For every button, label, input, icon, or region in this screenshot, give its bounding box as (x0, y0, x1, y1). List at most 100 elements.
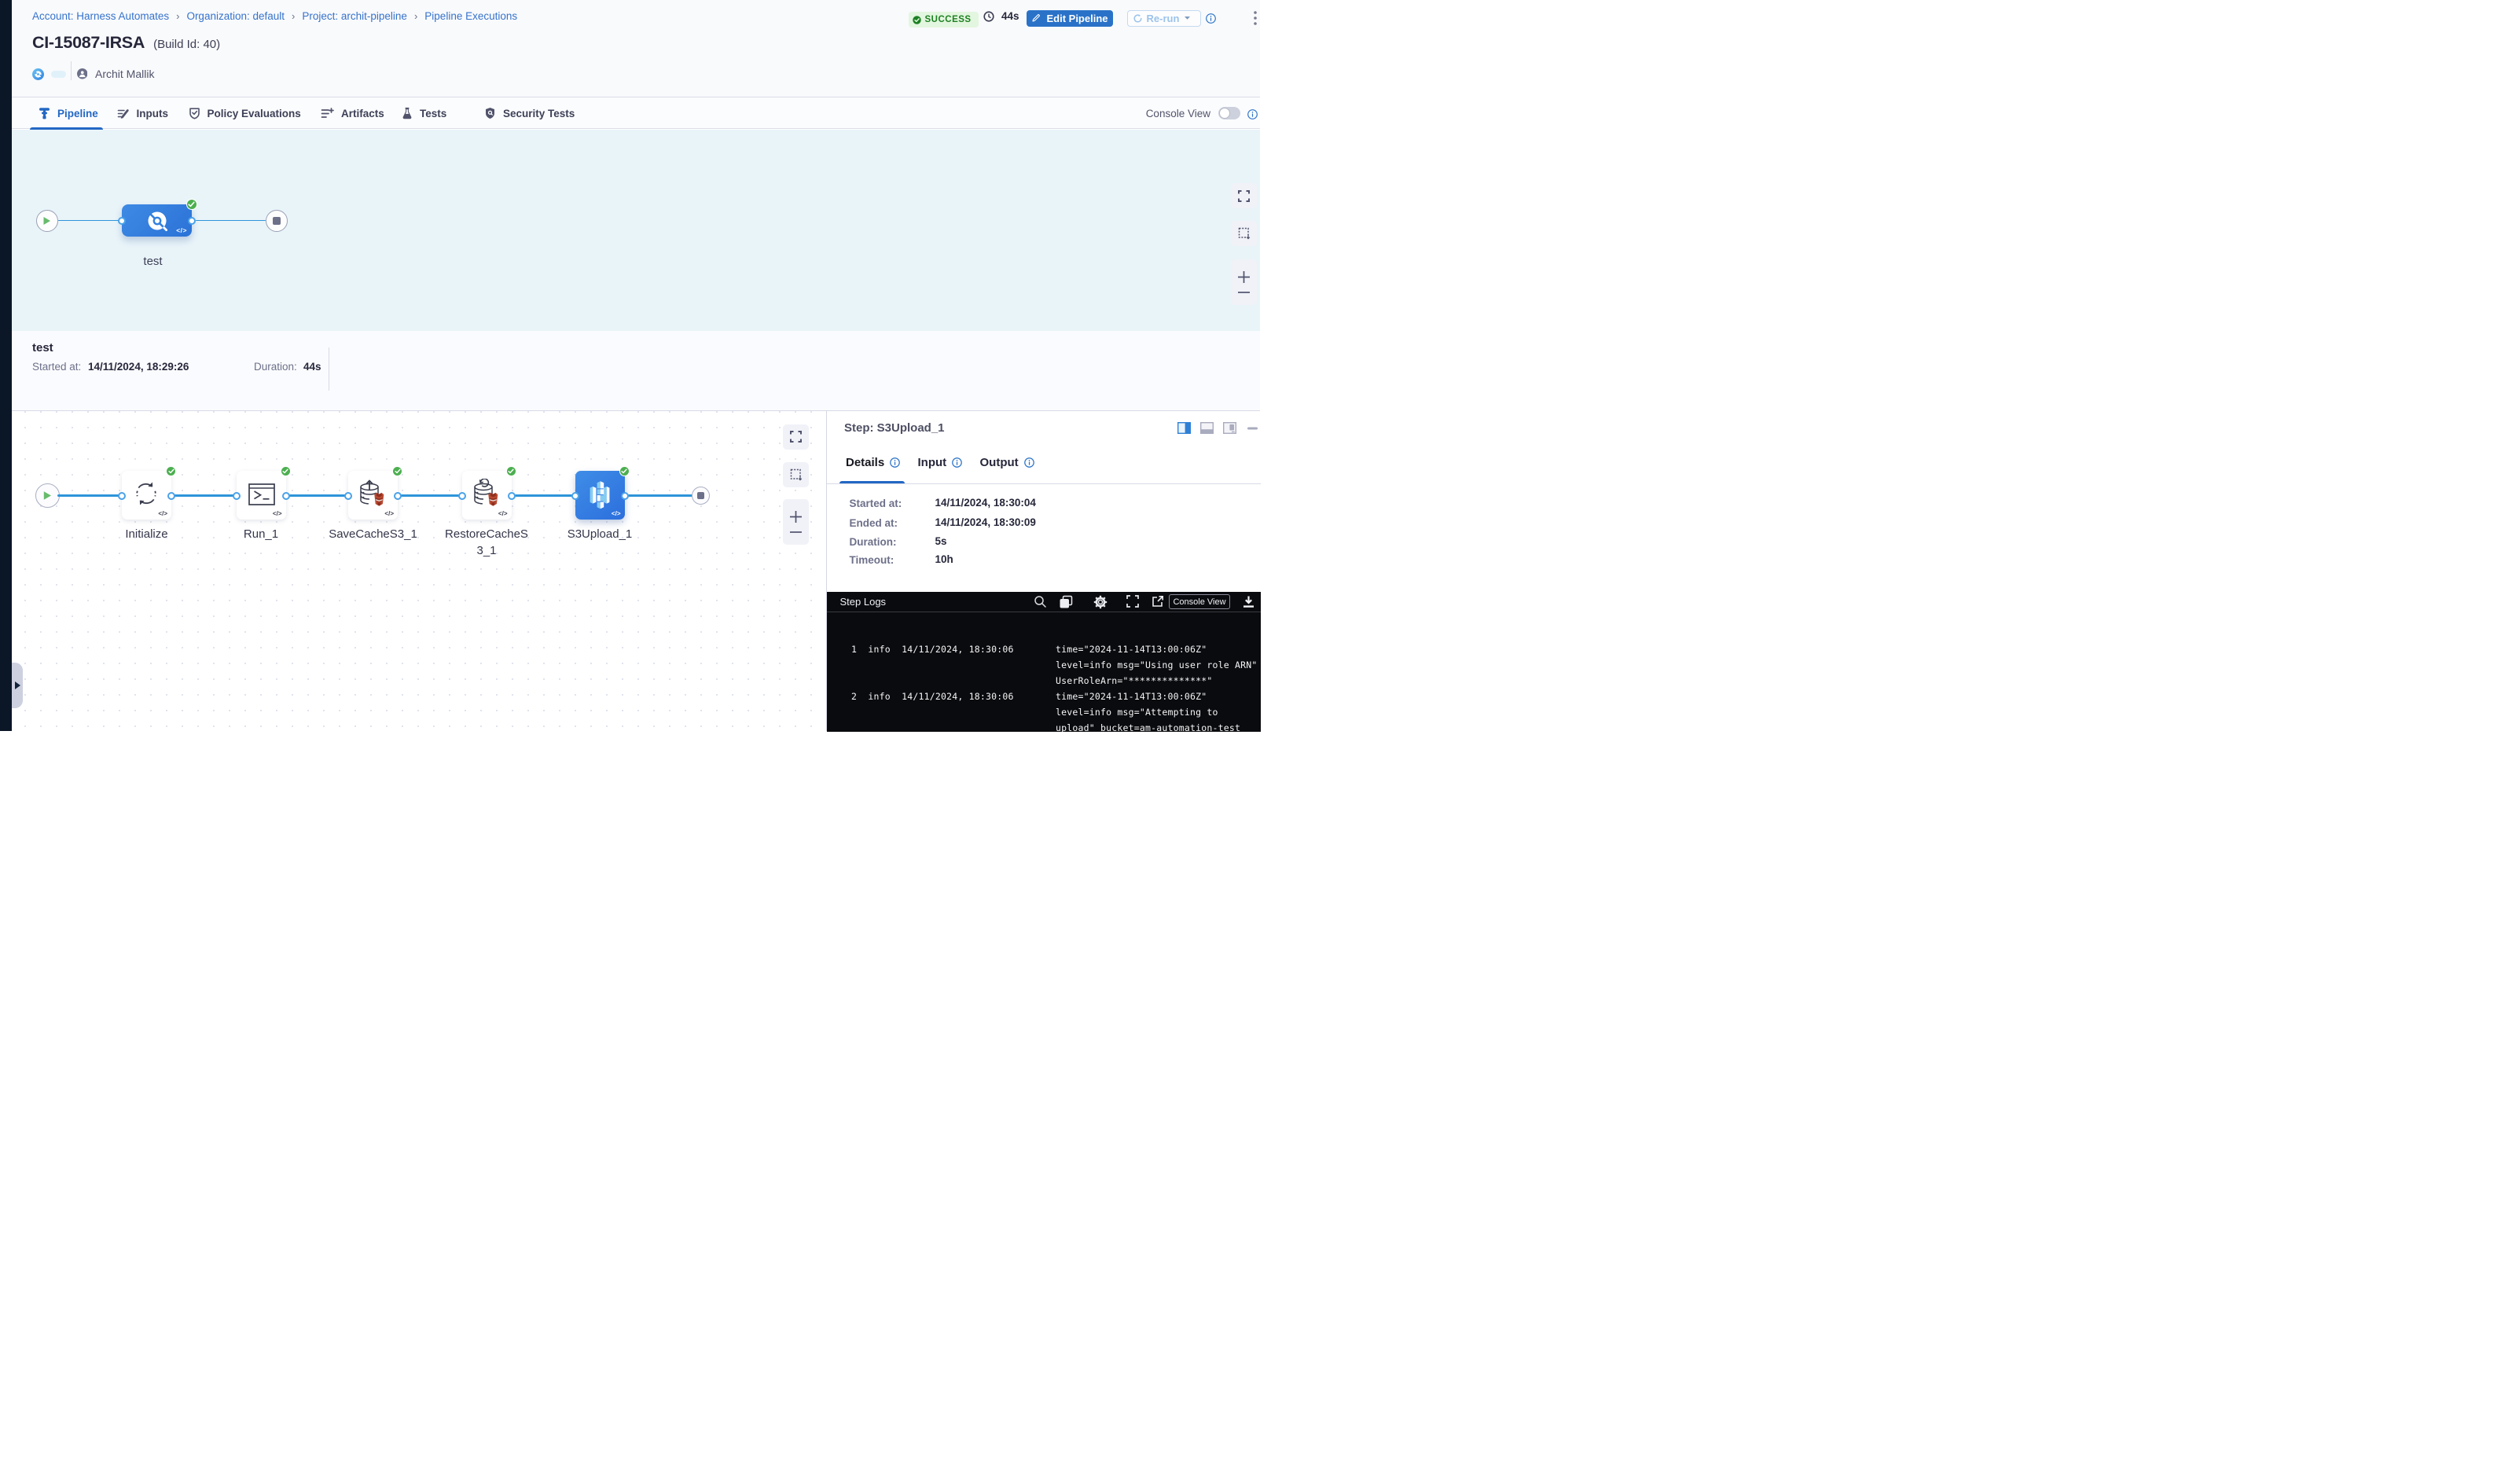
trigger-user-name: Archit Mallik (95, 68, 154, 80)
step-end-node[interactable] (692, 487, 710, 505)
zoom-in-icon[interactable] (1237, 270, 1251, 284)
log-line-2-meta: 2 info 14/11/2024, 18:30:06 (851, 691, 1014, 702)
log-search-icon[interactable] (1034, 595, 1047, 608)
tab-pipeline[interactable]: Pipeline (39, 97, 98, 129)
rerun-button[interactable]: Re-run (1127, 10, 1201, 27)
artifacts-icon (321, 108, 334, 119)
stage-port-in (118, 217, 126, 225)
step-label-restorecache[interactable]: RestoreCacheS 3_1 (424, 526, 549, 559)
step-label-savecache[interactable]: SaveCacheS3_1 (310, 526, 436, 542)
zoom-out-icon[interactable] (789, 531, 803, 534)
edit-pipeline-button[interactable]: Edit Pipeline (1027, 10, 1113, 27)
port (571, 492, 579, 500)
panel-tab-details[interactable]: Details (846, 456, 900, 469)
tab-label: Policy Evaluations (208, 108, 301, 119)
step-success-badge (281, 466, 291, 476)
info-icon[interactable] (1247, 109, 1258, 119)
sidebar-expand-handle[interactable] (12, 663, 23, 708)
stage-node-test[interactable]: </> (122, 204, 192, 237)
tab-tests[interactable]: Tests (402, 97, 446, 129)
stage-canvas-fullscreen-button[interactable] (1231, 183, 1257, 208)
play-icon (42, 490, 52, 501)
port (508, 492, 516, 500)
success-check-icon (913, 16, 921, 24)
panel-tab-input[interactable]: Input (918, 456, 963, 469)
log-line-2-text: level=info msg="Attempting to (1056, 707, 1218, 718)
step-node-s3upload[interactable]: </> (575, 471, 625, 520)
step-graph-canvas[interactable]: </> </> (12, 410, 826, 731)
execution-actions: SUCCESS 44s Edit Pipeline Re-run (12, 0, 1260, 35)
step-start-node[interactable] (35, 483, 60, 508)
build-id: (Build Id: 40) (153, 38, 220, 51)
step-label-s3upload[interactable]: S3Upload_1 (537, 526, 663, 542)
log-copy-icon[interactable] (1059, 595, 1073, 609)
log-fullscreen-icon[interactable] (1126, 595, 1139, 608)
zoom-in-icon[interactable] (789, 510, 803, 523)
info-icon[interactable] (890, 457, 900, 468)
detail-value-timeout: 10h (935, 553, 953, 565)
step-node-restorecache[interactable]: </> (462, 471, 512, 520)
step-node-run-1[interactable]: </> (237, 471, 286, 520)
layout-right-view-icon[interactable] (1177, 422, 1191, 434)
layout-float-view-icon[interactable] (1223, 422, 1236, 434)
log-settings-icon[interactable] (1093, 595, 1108, 609)
tab-artifacts[interactable]: Artifacts (321, 97, 384, 129)
port (118, 492, 126, 500)
step-canvas-select-button[interactable] (783, 462, 809, 487)
edit-pipeline-label: Edit Pipeline (1046, 13, 1108, 24)
stage-canvas-zoom-control (1231, 259, 1257, 305)
duration-value: 44s (303, 361, 321, 373)
step-label-initialize[interactable]: Initialize (84, 526, 210, 542)
console-view-toggle[interactable] (1218, 107, 1240, 119)
panel-tab-rule (827, 483, 1261, 484)
info-icon[interactable] (1206, 13, 1216, 24)
execution-tabbar: Pipeline Inputs Policy Evaluations Artif… (12, 97, 1260, 129)
tab-inputs[interactable]: Inputs (117, 97, 169, 129)
zoom-out-icon[interactable] (1237, 291, 1251, 294)
port (394, 492, 402, 500)
tab-policy-evaluations[interactable]: Policy Evaluations (189, 97, 301, 129)
edge-start-stage (58, 220, 122, 222)
step-label-run-1[interactable]: Run_1 (198, 526, 324, 542)
step-logs-body[interactable]: 1 info 14/11/2024, 18:30:06 time="2024-1… (827, 612, 1261, 732)
step-canvas-fullscreen-button[interactable] (783, 424, 809, 450)
stage-node-label[interactable]: test (118, 255, 188, 268)
layout-bottom-view-icon[interactable] (1200, 422, 1214, 434)
log-console-view-button[interactable]: Console View (1169, 594, 1230, 609)
collapse-panel-icon[interactable] (1247, 427, 1258, 430)
log-line-2-text: time="2024-11-14T13:00:06Z" (1056, 691, 1207, 702)
info-icon[interactable] (952, 457, 962, 468)
step-success-badge (506, 466, 516, 476)
tab-security-tests[interactable]: Security Tests (484, 97, 575, 129)
step-details-panel: Step: S3Upload_1 Details Input Output (826, 410, 1260, 731)
pipeline-start-node[interactable] (36, 210, 58, 232)
step-node-initialize[interactable]: </> (122, 471, 171, 520)
step-label-line: 3_1 (476, 544, 496, 557)
port (167, 492, 175, 500)
log-line-1-text: level=info msg="Using user role ARN" (1056, 659, 1257, 670)
kebab-menu-icon[interactable] (1254, 11, 1257, 25)
pipeline-end-node[interactable] (266, 210, 288, 232)
detail-label-duration: Duration: (850, 536, 897, 548)
step-node-savecache[interactable]: </> (348, 471, 398, 520)
step-logs-header: Step Logs (827, 592, 1261, 613)
edge (623, 494, 692, 496)
step-canvas-zoom-control (783, 499, 809, 545)
log-download-icon[interactable] (1242, 595, 1255, 608)
step-label-line: RestoreCacheS (445, 527, 528, 541)
left-nav-rail[interactable] (0, 0, 12, 731)
stage-canvas-select-button[interactable] (1231, 221, 1257, 246)
port (344, 492, 352, 500)
edge (510, 494, 576, 496)
step-success-badge (166, 466, 176, 476)
pipeline-stage-canvas[interactable]: </> test (12, 130, 1260, 332)
module-pill (51, 71, 66, 78)
port (282, 492, 290, 500)
header: Account: Harness Automates › Organizatio… (12, 0, 1260, 97)
panel-tab-output[interactable]: Output (980, 456, 1034, 469)
tab-label: Tests (420, 108, 446, 119)
duration-text: 44s (1001, 10, 1019, 22)
chevron-down-icon (1184, 16, 1191, 20)
info-icon[interactable] (1024, 457, 1034, 468)
log-open-new-tab-icon[interactable] (1151, 595, 1164, 608)
